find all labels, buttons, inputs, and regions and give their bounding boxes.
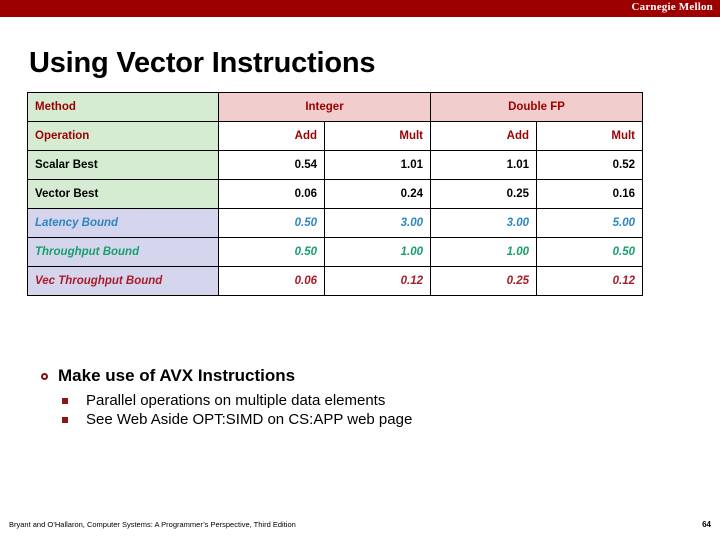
- row-value: 0.16: [536, 179, 643, 209]
- header-group-double-fp: Double FP: [430, 92, 643, 122]
- table-row-group-header: Method Integer Double FP: [27, 92, 643, 122]
- row-value: 1.00: [430, 237, 537, 267]
- header-op-double-add: Add: [430, 121, 537, 151]
- table-row: Vector Best 0.06 0.24 0.25 0.16: [27, 179, 643, 209]
- row-label: Vector Best: [27, 179, 219, 209]
- bullet-main-label: Make use of AVX Instructions: [58, 366, 296, 385]
- page-number: 64: [702, 520, 711, 529]
- row-value: 0.52: [536, 150, 643, 180]
- row-value: 0.06: [218, 179, 325, 209]
- row-value: 0.25: [430, 266, 537, 296]
- table-row-operation: Operation Add Mult Add Mult: [27, 121, 643, 151]
- brand-label: Carnegie Mellon: [631, 1, 713, 13]
- row-value: 0.54: [218, 150, 325, 180]
- header-op-integer-mult: Mult: [324, 121, 431, 151]
- row-value: 0.12: [324, 266, 431, 296]
- header-operation: Operation: [27, 121, 219, 151]
- footer-citation: Bryant and O’Hallaron, Computer Systems:…: [9, 520, 296, 529]
- table-row: Scalar Best 0.54 1.01 1.01 0.52: [27, 150, 643, 180]
- cmu-banner: Carnegie Mellon: [0, 0, 720, 17]
- page-title: Using Vector Instructions: [29, 47, 376, 79]
- row-value: 0.24: [324, 179, 431, 209]
- header-op-double-mult: Mult: [536, 121, 643, 151]
- header-group-integer: Integer: [218, 92, 431, 122]
- bullet-list: Make use of AVX Instructions Parallel op…: [30, 366, 670, 430]
- performance-table: Method Integer Double FP Operation Add M…: [27, 92, 643, 296]
- table-row: Vec Throughput Bound 0.06 0.12 0.25 0.12: [27, 266, 643, 296]
- row-value: 0.50: [218, 237, 325, 267]
- row-value: 0.12: [536, 266, 643, 296]
- bullet-sub-label: Parallel operations on multiple data ele…: [86, 392, 386, 409]
- bullet-item-sub: Parallel operations on multiple data ele…: [62, 392, 670, 409]
- row-label: Latency Bound: [27, 208, 219, 238]
- row-value: 1.01: [430, 150, 537, 180]
- bullet-sub-label: See Web Aside OPT:SIMD on CS:APP web pag…: [86, 411, 413, 428]
- square-bullet-icon: [62, 397, 86, 404]
- table-row: Throughput Bound 0.50 1.00 1.00 0.50: [27, 237, 643, 267]
- row-value: 1.01: [324, 150, 431, 180]
- row-label: Scalar Best: [27, 150, 219, 180]
- row-value: 1.00: [324, 237, 431, 267]
- row-label: Throughput Bound: [27, 237, 219, 267]
- row-value: 0.25: [430, 179, 537, 209]
- row-value: 3.00: [430, 208, 537, 238]
- square-bullet-icon: [62, 416, 86, 423]
- header-method: Method: [27, 92, 219, 122]
- row-value: 0.50: [218, 208, 325, 238]
- row-value: 0.06: [218, 266, 325, 296]
- row-value: 3.00: [324, 208, 431, 238]
- bullet-item-main: Make use of AVX Instructions: [30, 366, 670, 386]
- header-op-integer-add: Add: [218, 121, 325, 151]
- row-label: Vec Throughput Bound: [27, 266, 219, 296]
- bullet-item-sub: See Web Aside OPT:SIMD on CS:APP web pag…: [62, 411, 670, 428]
- row-value: 0.50: [536, 237, 643, 267]
- circle-bullet-icon: [30, 372, 58, 380]
- table-row: Latency Bound 0.50 3.00 3.00 5.00: [27, 208, 643, 238]
- row-value: 5.00: [536, 208, 643, 238]
